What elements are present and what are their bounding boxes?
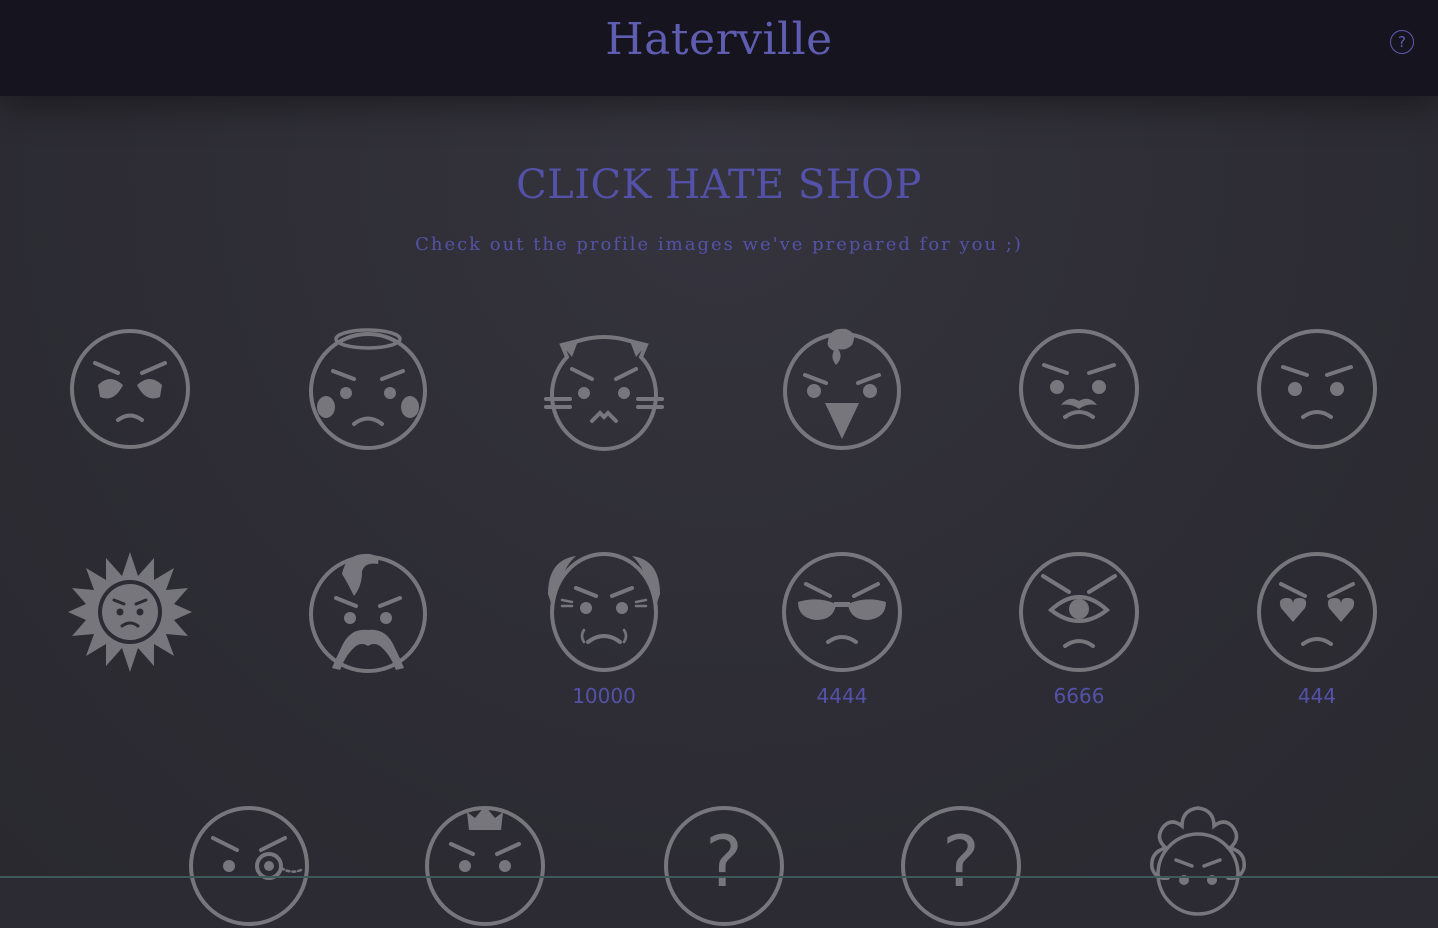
mystery-face-icon: ? xyxy=(901,806,1021,926)
avatar-mustache[interactable] xyxy=(1017,327,1141,451)
avatar-flower[interactable] xyxy=(1136,804,1260,928)
old-man-face-icon xyxy=(548,552,660,672)
avatar-angel[interactable] xyxy=(306,327,430,451)
cyclops-face-icon xyxy=(1019,552,1139,672)
avatar-sun[interactable] xyxy=(68,550,192,674)
svg-text:?: ? xyxy=(705,821,742,903)
shop-section: CLICK HATE SHOP Check out the profile im… xyxy=(0,96,1438,878)
page-title: CLICK HATE SHOP xyxy=(516,162,922,208)
avatar-price: 4444 xyxy=(816,684,868,708)
angry-face-icon xyxy=(1257,329,1377,449)
mystery-face-icon: ? xyxy=(664,806,784,926)
pompadour-mustache-face-icon xyxy=(309,553,427,673)
heart-eyes-face-icon xyxy=(1257,552,1377,672)
avatar-price: 10000 xyxy=(572,684,636,708)
avatar-cyclops[interactable] xyxy=(1017,550,1141,674)
sunglasses-face-icon xyxy=(782,552,902,672)
crown-face-icon xyxy=(425,806,545,926)
help-icon[interactable]: ? xyxy=(1390,30,1414,54)
app-title[interactable]: Haterville xyxy=(0,14,1438,65)
avatar-price: 444 xyxy=(1297,684,1337,708)
avatar-heart-eyes[interactable] xyxy=(1255,550,1379,674)
avatar-sunglasses[interactable] xyxy=(780,550,904,674)
angel-face-icon xyxy=(309,328,427,450)
page-subtitle: Check out the profile images we've prepa… xyxy=(415,234,1023,255)
monocle-face-icon xyxy=(189,806,309,926)
avatar-cat[interactable] xyxy=(542,327,666,451)
avatar-alien[interactable] xyxy=(68,327,192,451)
avatar-chick[interactable] xyxy=(780,327,904,451)
top-bar: Haterville ? xyxy=(0,0,1438,96)
avatar-monocle[interactable] xyxy=(187,804,311,928)
avatar-pompadour[interactable] xyxy=(306,550,430,674)
avatar-mystery[interactable]: ? xyxy=(662,804,786,928)
sun-face-icon xyxy=(68,552,192,672)
svg-text:?: ? xyxy=(942,821,979,903)
cat-face-icon xyxy=(544,335,664,451)
avatar-mystery[interactable]: ? xyxy=(899,804,1023,928)
avatar-angry[interactable] xyxy=(1255,327,1379,451)
chick-face-icon xyxy=(783,328,901,450)
avatar-crown[interactable] xyxy=(423,804,547,928)
flower-face-icon xyxy=(1150,806,1246,916)
avatar-price: 6666 xyxy=(1053,684,1105,708)
avatar-old-man[interactable] xyxy=(542,550,666,674)
mustache-face-icon xyxy=(1019,329,1139,449)
alien-face-icon xyxy=(70,329,190,449)
